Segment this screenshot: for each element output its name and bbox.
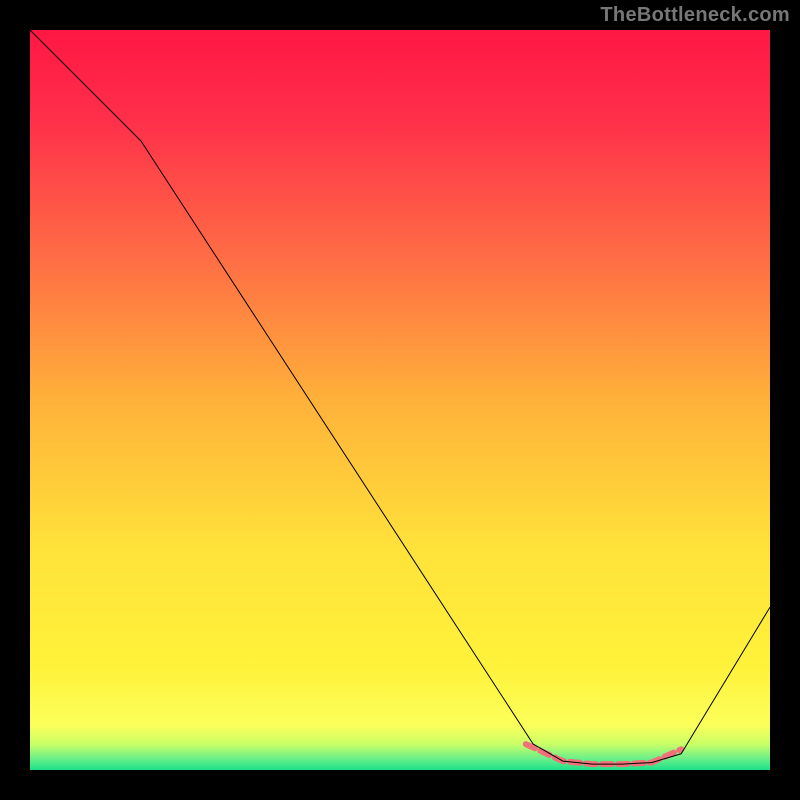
chart-container: TheBottleneck.com (0, 0, 800, 800)
watermark-text: TheBottleneck.com (600, 4, 790, 27)
main-curve (30, 30, 770, 764)
plot-area (30, 30, 770, 770)
curve-overlay (30, 30, 770, 770)
